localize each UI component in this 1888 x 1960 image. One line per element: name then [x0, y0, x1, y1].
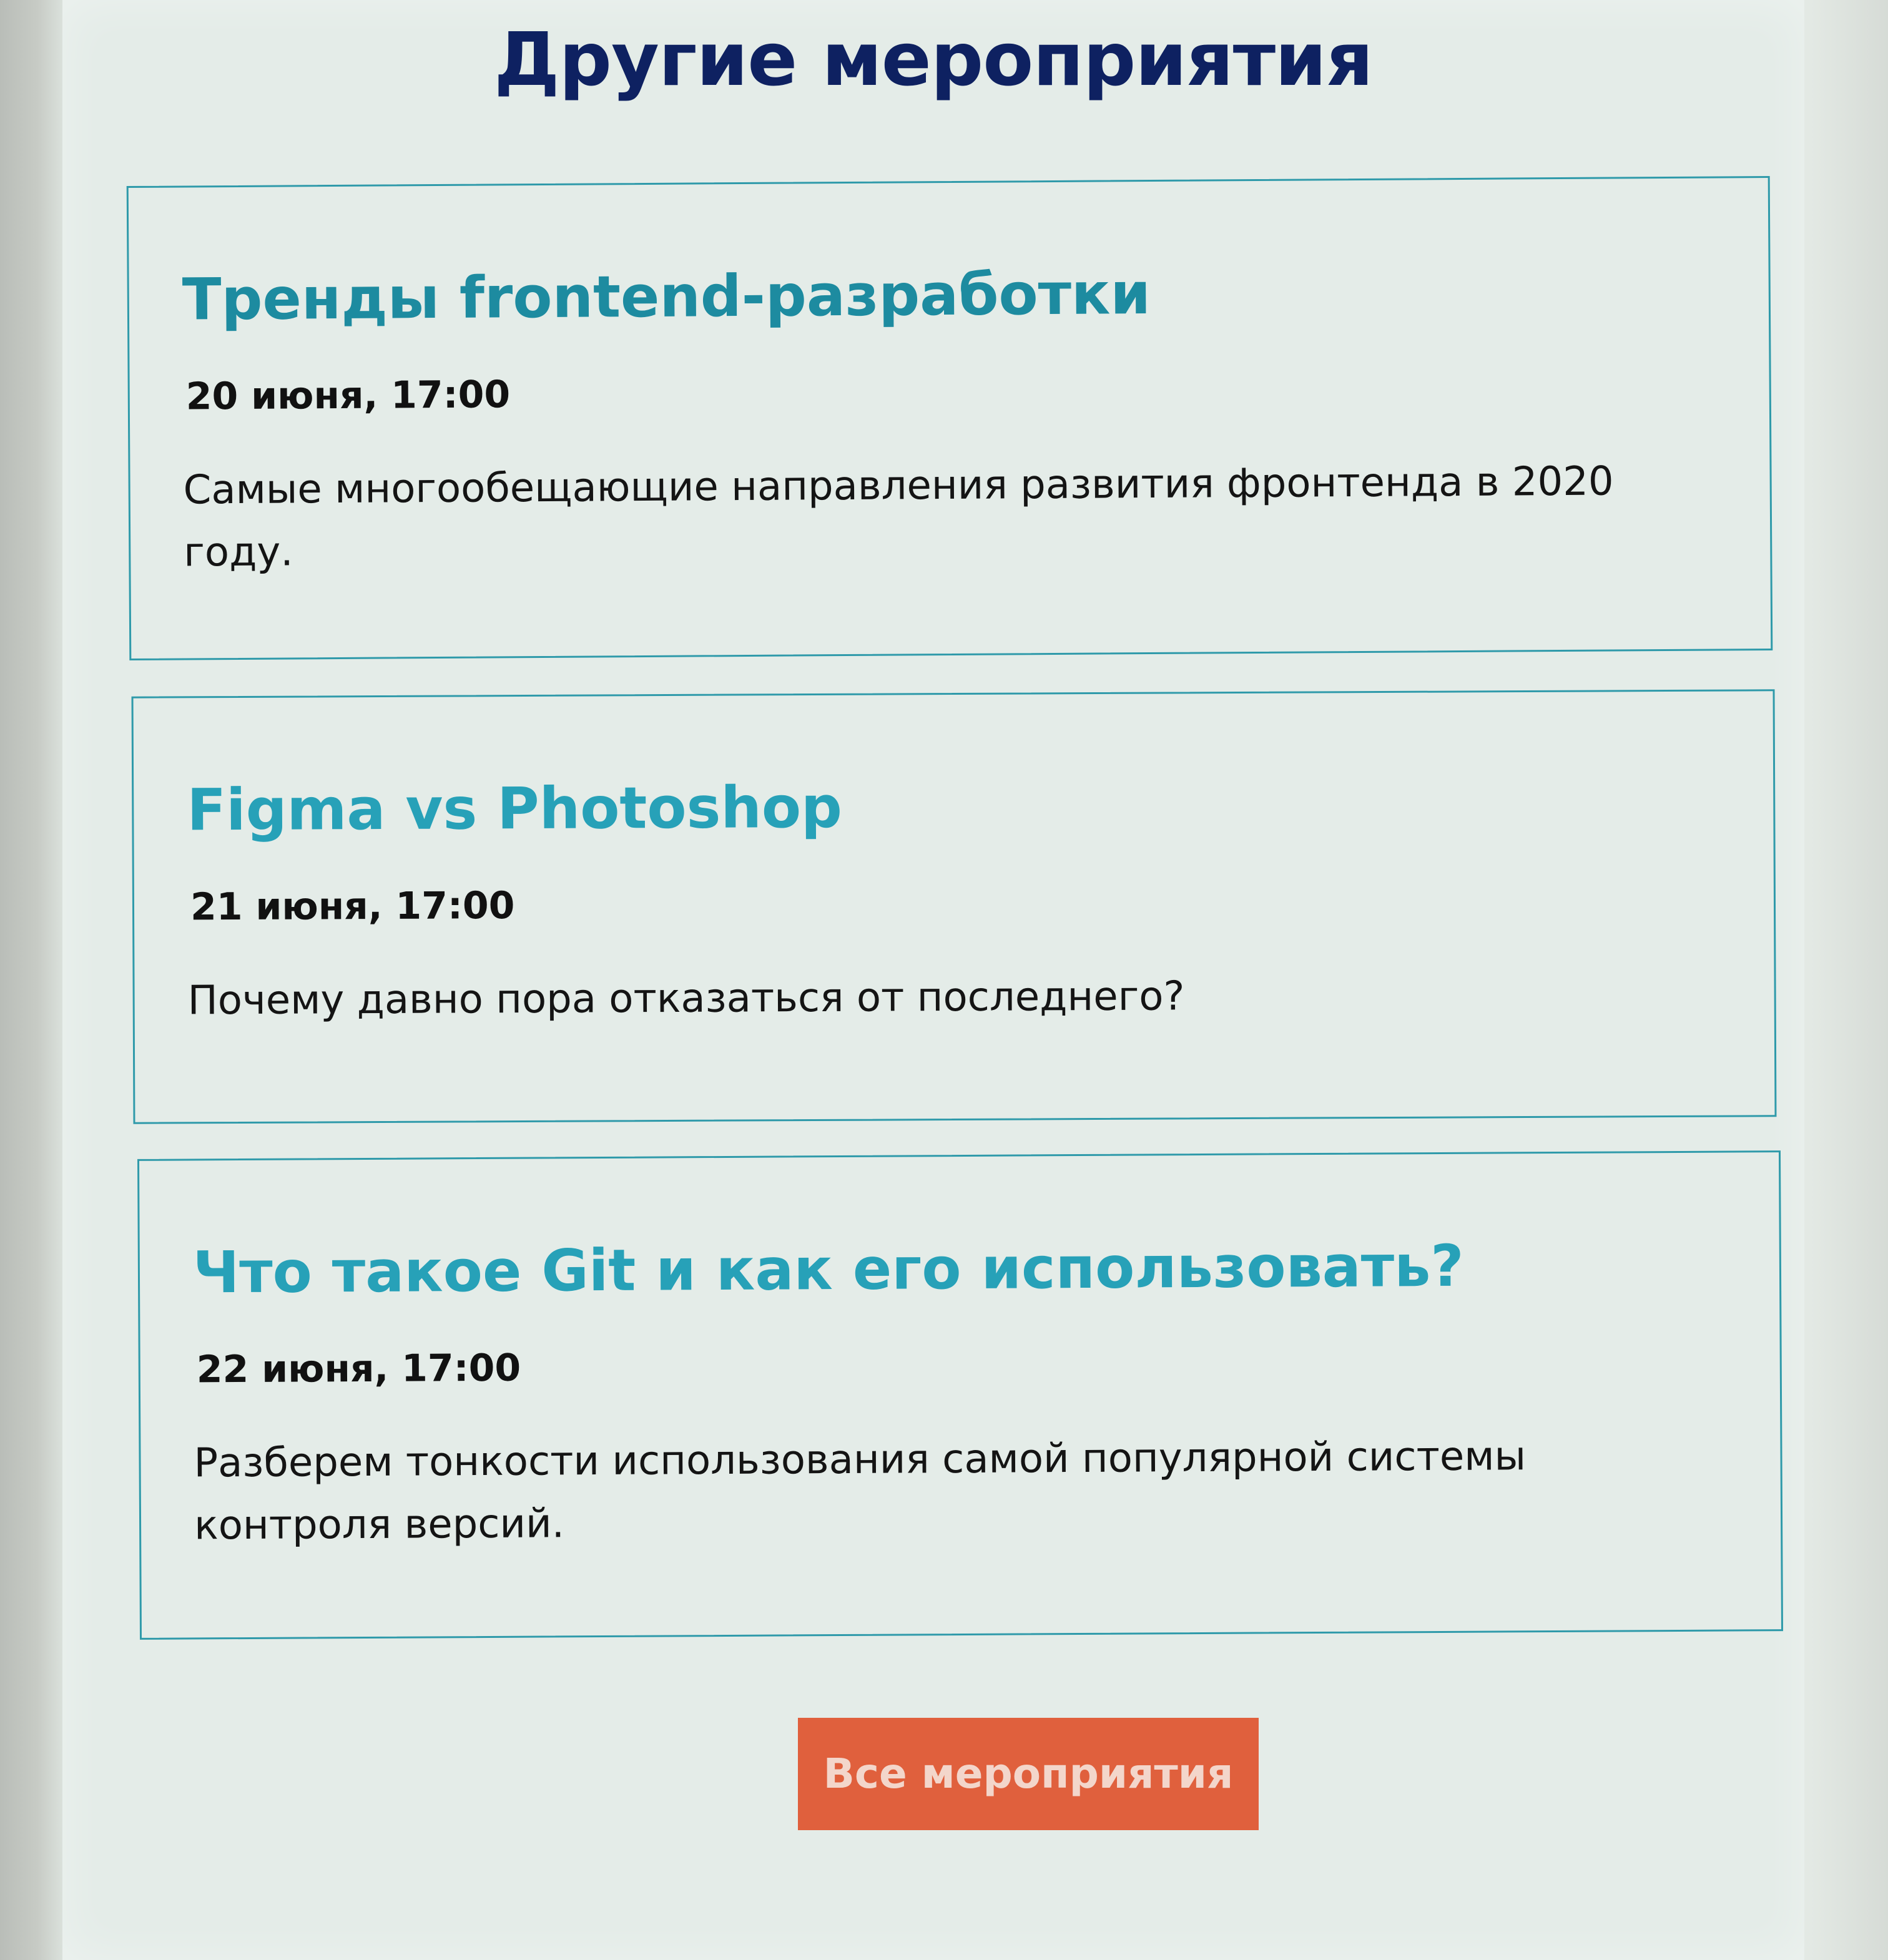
event-card: Тренды frontend-разработки 20 июня, 17:0… [126, 175, 1773, 661]
event-date: 20 июня, 17:00 [185, 373, 511, 419]
event-description: Самые многообещающие направления развити… [183, 458, 1614, 576]
event-description: Разберем тонкости использования самой по… [194, 1433, 1527, 1549]
event-date: 21 июня, 17:00 [190, 884, 515, 929]
event-title[interactable]: Что такое Git и как его использовать? [193, 1229, 1464, 1311]
event-title[interactable]: Figma vs Photoshop [187, 770, 842, 848]
event-title[interactable]: Тренды frontend-разработки [182, 257, 1151, 337]
event-card: Figma vs Photoshop 21 июня, 17:00 Почему… [131, 689, 1777, 1124]
page-title: Другие мероприятия [494, 16, 1373, 102]
all-events-button[interactable]: Все мероприятия [798, 1718, 1259, 1830]
event-description: Почему давно пора отказаться от последне… [187, 973, 1185, 1024]
event-card: Что такое Git и как его использовать? 22… [137, 1150, 1783, 1640]
screen: Другие мероприятия Тренды frontend-разра… [62, 0, 1804, 1960]
event-date: 22 июня, 17:00 [196, 1346, 521, 1392]
